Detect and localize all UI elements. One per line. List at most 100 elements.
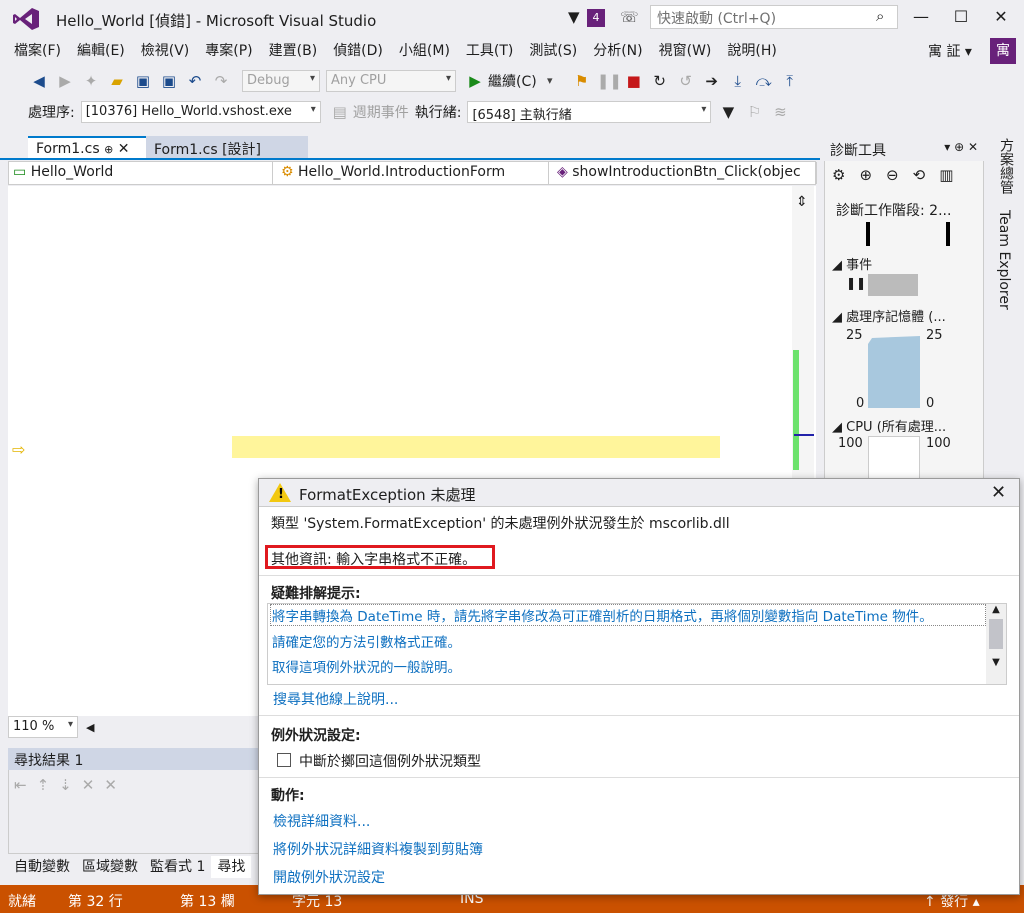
process-combo[interactable]: [10376] Hello_World.vshost.exe ▾ bbox=[80, 101, 321, 123]
tab-form1-design[interactable]: Form1.cs [設計] bbox=[146, 136, 308, 160]
chart-icon[interactable]: ▥ bbox=[939, 166, 953, 184]
step-out-icon[interactable]: ⤒ bbox=[779, 70, 801, 92]
close-icon[interactable]: ✕ bbox=[118, 141, 130, 157]
redo-icon[interactable]: ↷ bbox=[210, 70, 232, 92]
previous-icon[interactable]: ⇡ bbox=[37, 776, 50, 794]
search-online-link[interactable]: 搜尋其他線上說明... bbox=[273, 689, 398, 709]
status-ready: 就緒 bbox=[8, 894, 36, 910]
menu-item[interactable]: 編輯(E) bbox=[69, 39, 133, 63]
save-all-icon[interactable]: ▣ bbox=[158, 70, 180, 92]
panel-controls-icon[interactable]: ▾ ⊕ ✕ bbox=[944, 140, 978, 154]
zoom-combo[interactable]: 110 % ▾ bbox=[8, 716, 78, 738]
pause-icon[interactable]: ❚❚ bbox=[597, 70, 622, 92]
tab-team-explorer[interactable]: Team Explorer bbox=[996, 210, 1012, 310]
reset-view-icon[interactable]: ⟲ bbox=[913, 166, 926, 184]
menu-item[interactable]: 工具(T) bbox=[458, 39, 521, 63]
pin-icon[interactable]: ⊕ bbox=[104, 143, 113, 156]
avatar[interactable]: 寓 bbox=[990, 38, 1016, 64]
open-file-icon[interactable]: ▰ bbox=[106, 70, 128, 92]
member-combo[interactable]: ◈ showIntroductionBtn_Click(objec bbox=[553, 162, 817, 184]
scroll-left-icon[interactable]: ◀ bbox=[86, 721, 94, 734]
config-combo[interactable]: Debug ▾ bbox=[242, 70, 320, 92]
restart-icon[interactable]: ↻ bbox=[649, 70, 671, 92]
menu-item[interactable]: 視窗(W) bbox=[651, 39, 720, 63]
notification-badge[interactable]: 4 bbox=[587, 9, 605, 27]
bottom-tab[interactable]: 監看式 1 bbox=[144, 856, 211, 878]
menu-item[interactable]: 偵錯(D) bbox=[325, 39, 391, 63]
bottom-tab[interactable]: 自動變數 bbox=[8, 856, 76, 878]
forward-icon[interactable]: ▶ bbox=[54, 70, 76, 92]
csharp-project-icon: ▭ bbox=[13, 164, 27, 180]
find-results-header: 尋找結果 1 bbox=[8, 748, 260, 770]
filter-icon[interactable]: ▼ bbox=[717, 101, 739, 123]
tab-solution-explorer[interactable]: 方案總管 bbox=[996, 138, 1016, 194]
attach-icon[interactable]: ⚑ bbox=[571, 70, 593, 92]
flag-thread-icon[interactable]: ⚐ bbox=[743, 101, 765, 123]
zoom-in-icon[interactable]: ⊕ bbox=[859, 166, 872, 184]
exception-title: FormatException 未處理 bbox=[299, 486, 476, 504]
step-over-icon[interactable]: ⤼ bbox=[753, 70, 775, 92]
project-combo[interactable]: ▭ Hello_World bbox=[9, 162, 273, 184]
clear-icon[interactable]: ✕ bbox=[82, 776, 95, 794]
close-window-button[interactable]: ✕ bbox=[982, 4, 1020, 30]
thread-combo[interactable]: [6548] 主執行緒 ▾ bbox=[467, 101, 712, 123]
undo-icon[interactable]: ↶ bbox=[184, 70, 206, 92]
go-to-location-icon[interactable]: ⇤ bbox=[14, 776, 27, 794]
platform-combo[interactable]: Any CPU ▾ bbox=[326, 70, 456, 92]
chevron-down-icon[interactable]: ▾ bbox=[539, 70, 561, 92]
search-icon[interactable]: ⌕ bbox=[876, 7, 884, 25]
tip-link-datetime[interactable]: 將字串轉換為 DateTime 時，請先將字串修改為可正確剖析的日期格式，再將個… bbox=[272, 605, 933, 625]
close-icon[interactable]: ✕ bbox=[991, 482, 1006, 503]
tips-scrollbar[interactable]: ▲ ▼ bbox=[986, 604, 1006, 684]
memory-section-label: ◢ 處理序記憶體 (... bbox=[832, 310, 946, 325]
events-label: 事件 bbox=[846, 258, 873, 273]
filter-icon[interactable]: ▼ bbox=[568, 8, 580, 26]
stop-search-icon[interactable]: ✕ bbox=[104, 776, 117, 794]
lifecycle-events[interactable]: 週期事件 bbox=[353, 102, 409, 122]
class-combo[interactable]: ⚙ Hello_World.IntroductionForm bbox=[277, 162, 549, 184]
feedback-icon[interactable]: ☏ bbox=[620, 8, 639, 26]
next-icon[interactable]: ⇣ bbox=[59, 776, 72, 794]
zoom-out-icon[interactable]: ⊖ bbox=[886, 166, 899, 184]
continue-icon[interactable]: ▶ bbox=[464, 70, 486, 92]
split-icon[interactable]: ⇕ bbox=[796, 194, 808, 210]
menu-item[interactable]: 小組(M) bbox=[391, 39, 458, 63]
hot-reload-icon[interactable]: ↺ bbox=[675, 70, 697, 92]
gear-icon[interactable]: ⚙ bbox=[832, 166, 845, 184]
show-next-statement-icon[interactable]: ➔ bbox=[701, 70, 723, 92]
user-name[interactable]: 寓 証 ▾ bbox=[928, 41, 972, 61]
break-on-throw-checkbox[interactable] bbox=[277, 753, 291, 767]
menu-item[interactable]: 檢視(V) bbox=[133, 39, 198, 63]
new-project-icon[interactable]: ✦ bbox=[80, 70, 102, 92]
menu-item[interactable]: 專案(P) bbox=[197, 39, 260, 63]
bottom-tab[interactable]: 尋找 bbox=[211, 856, 252, 878]
scroll-down-icon[interactable]: ▼ bbox=[986, 657, 1006, 668]
menu-item[interactable]: 檔案(F) bbox=[6, 39, 69, 63]
stop-icon[interactable]: ■ bbox=[623, 70, 645, 92]
maximize-button[interactable]: ☐ bbox=[942, 4, 980, 30]
tip-link-general[interactable]: 取得這項例外狀況的一般說明。 bbox=[272, 656, 461, 676]
menu-item[interactable]: 分析(N) bbox=[585, 39, 650, 63]
bottom-tab[interactable]: 區域變數 bbox=[76, 856, 144, 878]
continue-button[interactable]: 繼續(C) bbox=[488, 71, 537, 91]
open-exception-settings-link[interactable]: 開啟例外狀況設定 bbox=[273, 867, 385, 887]
lifecycle-icon[interactable]: ▤ bbox=[329, 101, 351, 123]
quick-launch-input[interactable]: 快速啟動 (Ctrl+Q) bbox=[650, 5, 898, 29]
pause-events-icon[interactable]: ❚❚ bbox=[846, 276, 866, 290]
menu-item[interactable]: 建置(B) bbox=[261, 39, 326, 63]
session-timeline bbox=[866, 222, 950, 246]
scroll-thumb[interactable] bbox=[989, 619, 1003, 649]
tip-link-format[interactable]: 請確定您的方法引數格式正確。 bbox=[272, 631, 461, 651]
copy-details-link[interactable]: 將例外狀況詳細資料複製到剪貼簿 bbox=[273, 839, 483, 859]
exception-additional-info: 其他資訊: 輸入字串格式不正確。 bbox=[271, 552, 477, 568]
scroll-up-icon[interactable]: ▲ bbox=[986, 604, 1006, 615]
minimize-button[interactable]: — bbox=[902, 4, 940, 30]
show-threads-icon[interactable]: ≋ bbox=[769, 101, 791, 123]
menu-item[interactable]: 說明(H) bbox=[719, 39, 784, 63]
menu-item[interactable]: 測試(S) bbox=[521, 39, 585, 63]
save-icon[interactable]: ▣ bbox=[132, 70, 154, 92]
tab-form1-cs[interactable]: Form1.cs ⊕ ✕ bbox=[28, 136, 146, 160]
view-details-link[interactable]: 檢視詳細資料... bbox=[273, 811, 370, 831]
step-into-icon[interactable]: ⤓ bbox=[727, 70, 749, 92]
back-icon[interactable]: ◀ bbox=[28, 70, 50, 92]
